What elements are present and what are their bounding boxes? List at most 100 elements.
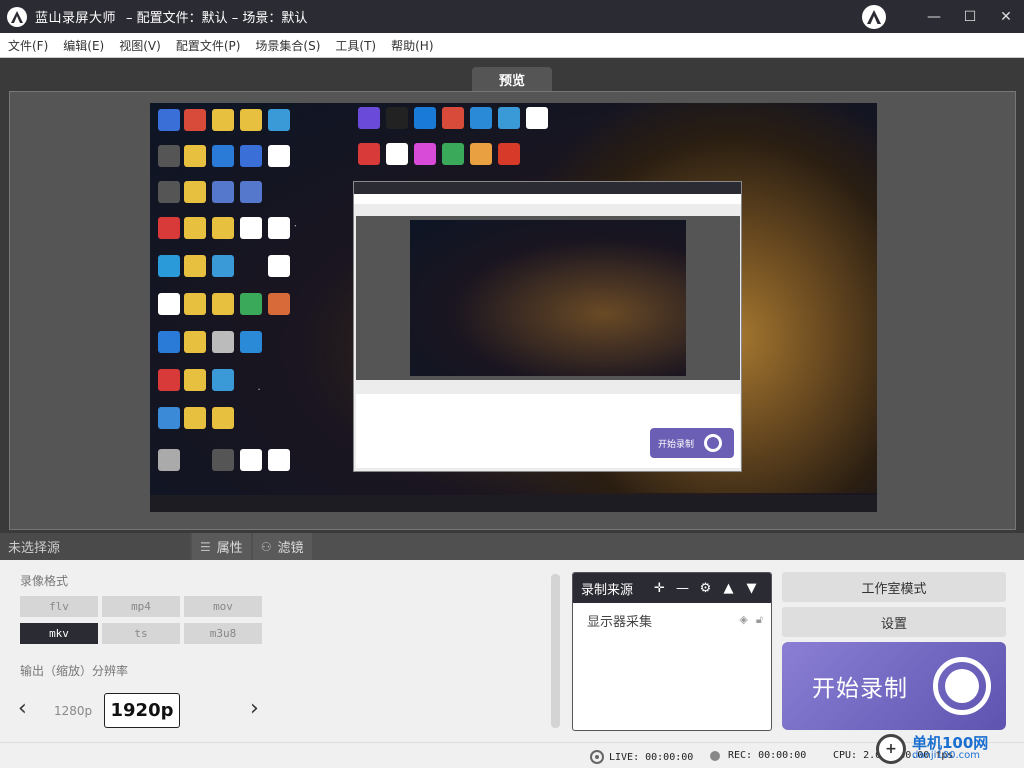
- menu-file[interactable]: 文件(F): [8, 37, 48, 54]
- desktop-icon: [212, 181, 234, 203]
- desktop-icon: [158, 255, 180, 277]
- menu-profile[interactable]: 配置文件(P): [176, 37, 241, 54]
- source-tab-strip: 未选择源 ☰ 属性 ⚇ 滤镜: [0, 533, 1024, 560]
- desktop-icon: [184, 217, 206, 239]
- desktop-icon: [358, 143, 380, 165]
- resolution-label: 输出（缩放）分辨率: [20, 664, 129, 678]
- desktop-icon: [184, 181, 206, 203]
- move-up-icon[interactable]: ▲: [717, 581, 740, 596]
- studio-mode-button[interactable]: 工作室模式: [782, 572, 1006, 602]
- nested-record-button: 开始录制: [650, 428, 734, 458]
- desktop-icon: [212, 407, 234, 429]
- settings-button[interactable]: 设置: [782, 607, 1006, 637]
- maximize-button[interactable]: ☐: [952, 0, 988, 33]
- menu-help[interactable]: 帮助(H): [391, 37, 433, 54]
- settings-scrollbar[interactable]: [551, 574, 560, 728]
- start-recording-label: 开始录制: [812, 676, 908, 702]
- app-title: 蓝山录屏大师: [35, 11, 117, 26]
- menu-tools[interactable]: 工具(T): [335, 37, 376, 54]
- desktop-icon: [358, 107, 380, 129]
- menu-edit[interactable]: 编辑(E): [63, 37, 104, 54]
- close-button[interactable]: ✕: [988, 0, 1024, 33]
- desktop-icon: [212, 369, 234, 391]
- desktop-icon: [158, 145, 180, 167]
- desktop-icon: [158, 293, 180, 315]
- nested-recorder-window: 开始录制: [353, 181, 742, 472]
- menu-scene-collection[interactable]: 场景集合(S): [255, 37, 320, 54]
- desktop-icon: [526, 107, 548, 129]
- preview-panel: 开始录制: [9, 91, 1016, 530]
- sources-header: 录制来源 ✛ — ⚙ ▲ ▼: [573, 573, 771, 603]
- minimize-button[interactable]: —: [916, 0, 952, 33]
- desktop-icon: [498, 107, 520, 129]
- brand-icon[interactable]: [862, 4, 886, 29]
- unlock-icon[interactable]: 🔓︎: [756, 613, 763, 627]
- add-icon[interactable]: ✛: [648, 581, 671, 596]
- watermark-logo-icon: +: [876, 733, 906, 764]
- source-item-display-capture[interactable]: 显示器采集: [587, 611, 652, 630]
- menu-view[interactable]: 视图(V): [119, 37, 161, 54]
- filter-icon: ⚇: [260, 539, 272, 554]
- desktop-icon: [158, 449, 180, 471]
- preview-desktop-capture[interactable]: 开始录制: [150, 103, 877, 512]
- move-down-icon[interactable]: ▼: [740, 581, 763, 596]
- resolution-prev-icon[interactable]: ‹: [18, 696, 27, 721]
- desktop-icon: [414, 107, 436, 129]
- format-mp4-button[interactable]: mp4: [102, 596, 180, 617]
- rec-status: REC: 00:00:00: [710, 750, 806, 761]
- format-flv-button[interactable]: flv: [20, 596, 98, 617]
- desktop-icon: [212, 255, 234, 277]
- desktop-icon: [184, 331, 206, 353]
- desktop-icon: [158, 331, 180, 353]
- tab-properties[interactable]: ☰ 属性: [192, 533, 251, 560]
- live-status: LIVE: 00:00:00: [590, 750, 693, 764]
- desktop-icon: [184, 293, 206, 315]
- format-mkv-button[interactable]: mkv: [20, 623, 98, 644]
- visibility-eye-icon[interactable]: ◈: [739, 613, 747, 627]
- desktop-icon: [240, 145, 262, 167]
- record-ring-icon: [933, 657, 991, 715]
- desktop-icon: [158, 407, 180, 429]
- record-indicator-icon: [710, 750, 720, 761]
- desktop-icon: [498, 143, 520, 165]
- start-recording-button[interactable]: 开始录制: [782, 642, 1006, 730]
- window-subtitle: – 配置文件：默认 – 场景：默认: [126, 11, 308, 26]
- desktop-icon: [212, 449, 234, 471]
- desktop-icon: [240, 293, 262, 315]
- format-ts-button[interactable]: ts: [102, 623, 180, 644]
- desktop-icon: [158, 109, 180, 131]
- resolution-prev-option[interactable]: 1280p: [54, 704, 92, 718]
- broadcast-icon: [590, 750, 604, 764]
- desktop-icon: [268, 255, 290, 277]
- desktop-icon: [240, 217, 262, 239]
- resolution-next-icon[interactable]: ›: [250, 696, 259, 721]
- resolution-selected[interactable]: 1920p: [104, 693, 180, 728]
- desktop-icon: [386, 143, 408, 165]
- desktop-icon: [158, 217, 180, 239]
- status-bar: LIVE: 00:00:00 REC: 00:00:00 CPU: 2.0%, …: [0, 742, 1024, 768]
- desktop-icon: [268, 109, 290, 131]
- desktop-icon: [414, 143, 436, 165]
- desktop-icon: [184, 109, 206, 131]
- desktop-icon: [212, 145, 234, 167]
- format-mov-button[interactable]: mov: [184, 596, 262, 617]
- menu-bar: 文件(F) 编辑(E) 视图(V) 配置文件(P) 场景集合(S) 工具(T) …: [0, 33, 1024, 58]
- remove-icon[interactable]: —: [671, 581, 694, 596]
- app-logo-icon: [7, 6, 27, 27]
- site-watermark: + 单机100网 danji100.com: [876, 729, 1024, 768]
- tab-preview[interactable]: 预览: [472, 67, 552, 91]
- desktop-icon: [158, 369, 180, 391]
- desktop-icon: [240, 449, 262, 471]
- sliders-icon: ☰: [200, 539, 211, 554]
- desktop-icon: [386, 107, 408, 129]
- desktop-icon: [240, 109, 262, 131]
- tab-filters[interactable]: ⚇ 滤镜: [252, 533, 312, 560]
- desktop-icon: [158, 181, 180, 203]
- format-m3u8-button[interactable]: m3u8: [184, 623, 262, 644]
- desktop-icon: [184, 255, 206, 277]
- gear-icon[interactable]: ⚙: [694, 581, 717, 596]
- desktop-icon: [470, 143, 492, 165]
- no-source-label: 未选择源: [0, 533, 190, 560]
- desktop-icon: [442, 107, 464, 129]
- desktop-icon: [212, 331, 234, 353]
